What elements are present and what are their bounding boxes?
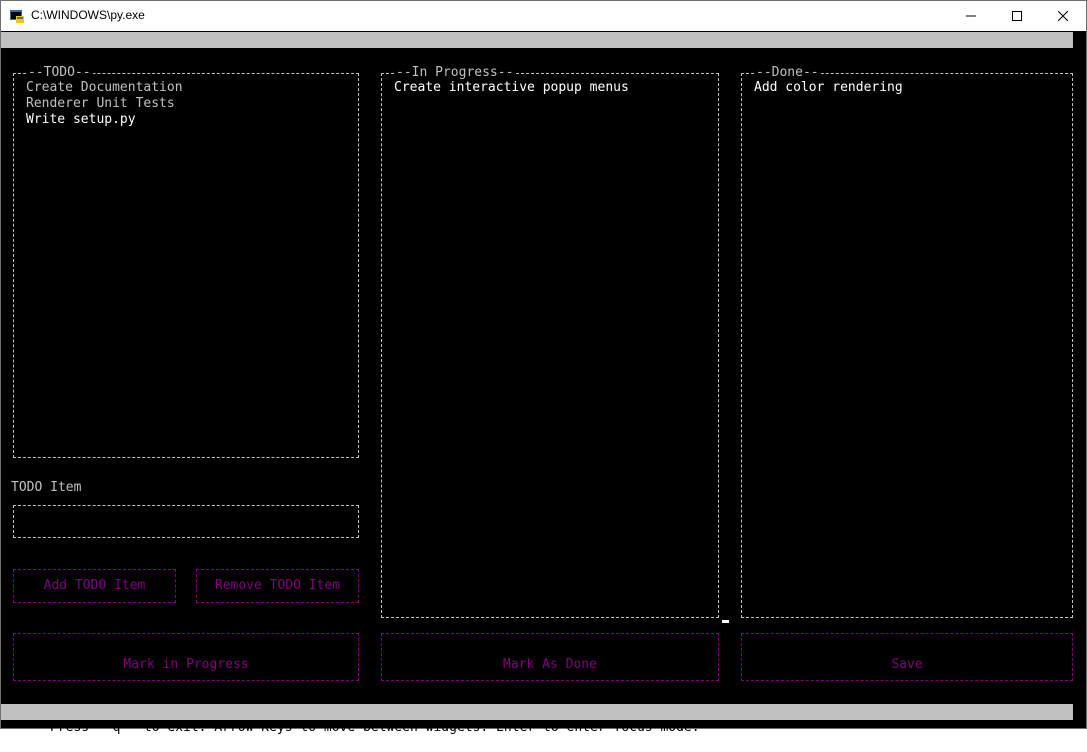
todo-list-item[interactable]: Renderer Unit Tests (26, 96, 175, 112)
python-console-icon (10, 10, 24, 23)
mark-as-done-button[interactable]: Mark As Done (381, 633, 719, 681)
done-panel[interactable]: --Done-- (741, 65, 1073, 618)
remove-todo-button[interactable]: Remove TODO Item (196, 569, 359, 603)
console-window: C:\WINDOWS\py.exe CUI TODO List --TODO--… (0, 0, 1087, 735)
status-bar-text: Press - q - to exit. Arrow Keys to move … (49, 720, 700, 735)
mark-in-progress-button[interactable]: Mark in Progress (13, 633, 359, 681)
status-bar: Press - q - to exit. Arrow Keys to move … (1, 704, 1073, 735)
todo-item-input[interactable] (13, 505, 359, 538)
todo-panel[interactable]: --TODO-- (13, 65, 359, 458)
maximize-icon (1012, 11, 1022, 21)
maximize-button[interactable] (994, 1, 1040, 31)
terminal-area: CUI TODO List --TODO-- Create Documentat… (1, 31, 1086, 735)
save-button[interactable]: Save (741, 633, 1073, 681)
add-todo-button[interactable]: Add TODO Item (13, 569, 176, 603)
minimize-icon (966, 15, 976, 17)
close-icon (1058, 11, 1068, 21)
mark-in-progress-button-label: Mark in Progress (123, 657, 249, 672)
in-progress-panel[interactable]: --In Progress-- (381, 65, 719, 618)
mark-as-done-button-label: Mark As Done (503, 657, 597, 672)
in-progress-panel-title: --In Progress-- (394, 65, 516, 81)
todo-list-item-selected[interactable]: Write setup.py (26, 112, 136, 128)
save-button-label: Save (891, 657, 923, 672)
app-title: CUI TODO List (509, 48, 612, 63)
add-todo-button-label: Add TODO Item (43, 578, 146, 593)
minimize-button[interactable] (948, 1, 994, 31)
window-titlebar: C:\WINDOWS\py.exe (1, 1, 1086, 31)
todo-list-item[interactable]: Create Documentation (26, 80, 183, 96)
close-button[interactable] (1040, 1, 1086, 31)
todo-panel-title: --TODO-- (26, 65, 93, 81)
done-panel-title: --Done-- (754, 65, 821, 81)
remove-todo-button-label: Remove TODO Item (214, 578, 341, 593)
window-title: C:\WINDOWS\py.exe (31, 8, 145, 22)
app-header-bar: CUI TODO List (1, 32, 1073, 63)
in-progress-list-item[interactable]: Create interactive popup menus (394, 80, 629, 96)
todo-item-label: TODO Item (11, 480, 82, 495)
done-list-item[interactable]: Add color rendering (754, 80, 903, 96)
text-cursor (722, 620, 729, 623)
